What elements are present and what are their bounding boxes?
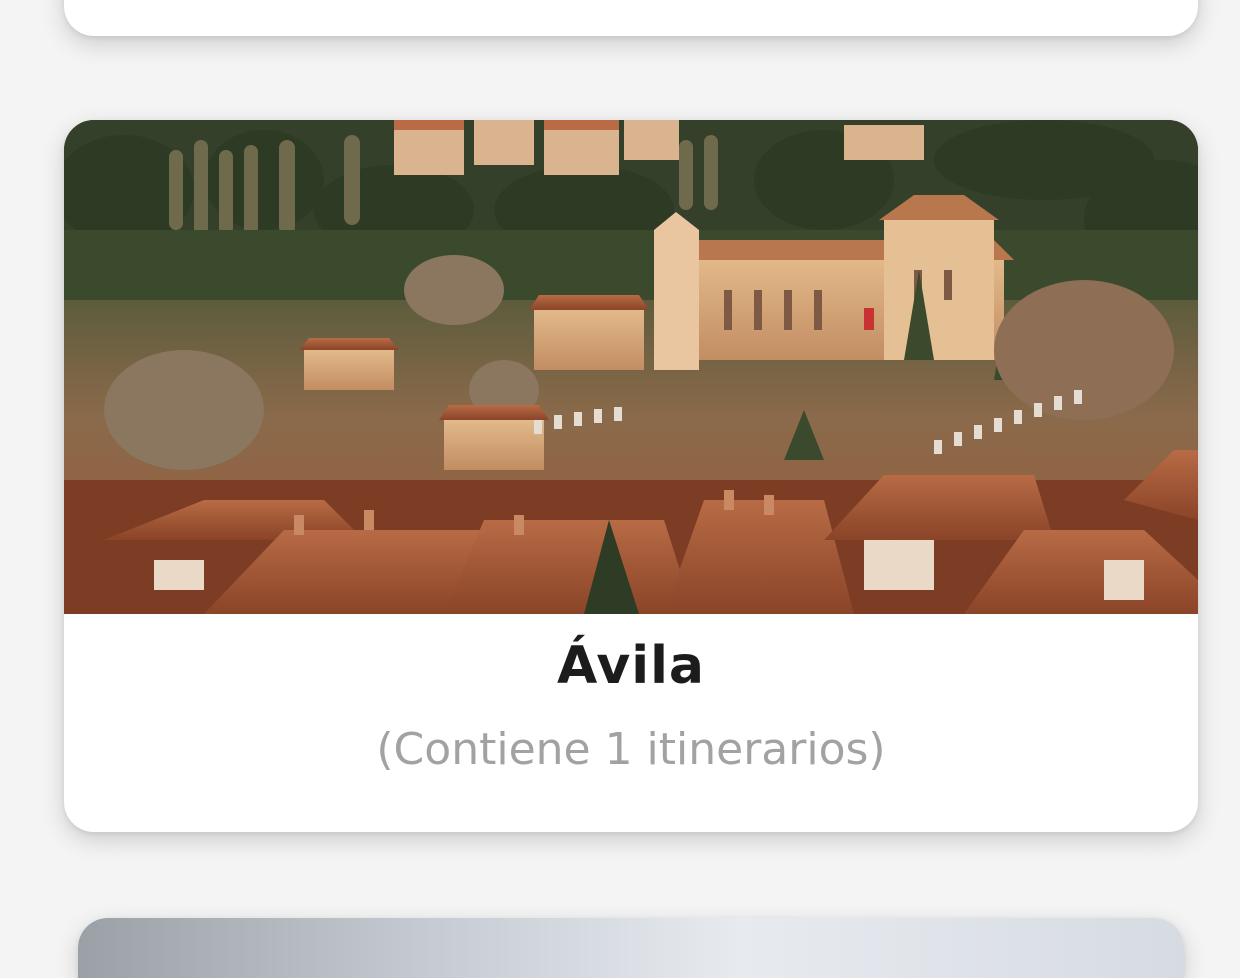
city-photo xyxy=(64,120,1198,614)
city-name: Ávila xyxy=(556,636,706,696)
itinerary-count: (Contiene 1 itinerarios) xyxy=(376,724,886,775)
next-city-card[interactable] xyxy=(78,918,1184,978)
previous-city-card[interactable] xyxy=(64,0,1198,36)
city-card-avila[interactable]: Ávila (Contiene 1 itinerarios) xyxy=(64,120,1198,832)
